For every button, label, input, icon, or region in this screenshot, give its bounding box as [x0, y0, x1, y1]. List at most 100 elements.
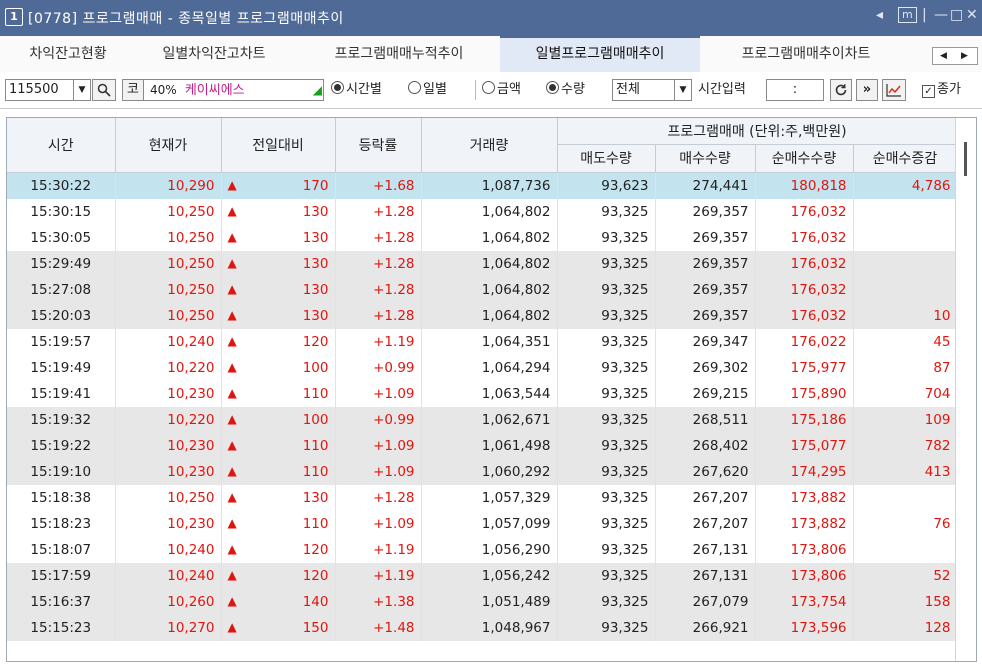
table-row[interactable]: 15:17:59 10,240 ▲ 120 +1.19 1,056,242 93,325 26…	[7, 562, 958, 589]
cell-time: 15:19:49	[7, 354, 116, 381]
change-value: 130	[302, 281, 329, 298]
header-sell-qty[interactable]: 매도수량	[557, 144, 656, 173]
cell-net-qty: 175,890	[755, 380, 854, 407]
cell-price: 10,250	[115, 250, 222, 277]
cell-rate: +1.09	[335, 432, 422, 459]
close-icon[interactable]: ✕	[966, 7, 978, 23]
toolbar: 115500 ▼ 코 40% 케이씨에스 ◢ 시간별 일별 금액 수량 전체 ▼…	[0, 72, 982, 109]
tab-daily-arbitrage-chart[interactable]: 일별차익잔고차트	[138, 36, 290, 72]
cell-rate: +1.28	[335, 484, 422, 511]
table-row[interactable]: 15:18:07 10,240 ▲ 120 +1.19 1,056,290 93,325 26…	[7, 536, 958, 563]
header-price[interactable]: 현재가	[115, 118, 222, 173]
up-arrow-icon: ▲	[227, 229, 237, 244]
tab-scroll-left-icon[interactable]: ◀	[933, 48, 954, 64]
cell-time: 15:20:03	[7, 302, 116, 329]
cell-net-change: 413	[853, 458, 958, 485]
cell-change: ▲ 170	[221, 172, 336, 199]
header-volume[interactable]: 거래량	[421, 118, 558, 173]
filter-value: 전체	[616, 82, 640, 97]
table-row[interactable]: 15:19:49 10,220 ▲ 100 +0.99 1,064,294 93,325 26…	[7, 354, 958, 381]
up-arrow-icon: ▲	[227, 411, 237, 426]
vertical-scrollbar[interactable]	[955, 118, 976, 661]
stock-code-input[interactable]: 115500 ▼	[5, 79, 91, 101]
minimize-icon[interactable]: —	[934, 7, 948, 23]
radio-amount[interactable]: 금액	[482, 80, 521, 100]
cell-volume: 1,064,802	[421, 302, 558, 329]
change-value: 100	[302, 411, 329, 428]
change-value: 120	[302, 333, 329, 350]
up-arrow-icon: ▲	[227, 437, 237, 452]
scrollbar-thumb[interactable]	[964, 142, 967, 176]
table-row[interactable]: 15:18:23 10,230 ▲ 110 +1.09 1,057,099 93,325 26…	[7, 510, 958, 537]
cell-change: ▲ 130	[221, 484, 336, 511]
cell-buy-qty: 266,921	[655, 614, 756, 641]
cell-net-qty: 175,186	[755, 406, 854, 433]
program-trade-grid[interactable]: 시간 현재가 전일대비 등락률 거래량 프로그램매매 (단위:주,백만원) 매도…	[6, 117, 977, 662]
cell-time: 15:18:38	[7, 484, 116, 511]
table-row[interactable]: 15:30:05 10,250 ▲ 130 +1.28 1,064,802 93,325 26…	[7, 224, 958, 251]
tab-daily-program-trend[interactable]: 일별프로그램매매추이	[500, 36, 700, 72]
cell-change: ▲ 120	[221, 562, 336, 589]
radio-daily[interactable]: 일별	[408, 80, 447, 100]
table-row[interactable]: 15:19:41 10,230 ▲ 110 +1.09 1,063,544 93,325 26…	[7, 380, 958, 407]
cell-rate: +1.09	[335, 510, 422, 537]
tab-arbitrage-balance[interactable]: 차익잔고현황	[8, 36, 128, 72]
close-price-checkbox[interactable]: ✓ 종가	[922, 80, 961, 100]
cell-volume: 1,064,351	[421, 328, 558, 355]
refresh-icon[interactable]	[830, 79, 852, 101]
next-icon[interactable]: »	[856, 79, 878, 101]
table-row[interactable]: 15:19:57 10,240 ▲ 120 +1.19 1,064,351 93,325 26…	[7, 328, 958, 355]
memo-icon[interactable]: m	[898, 7, 917, 23]
search-icon[interactable]	[92, 79, 116, 101]
table-row[interactable]: 15:20:03 10,250 ▲ 130 +1.28 1,064,802 93,325 26…	[7, 302, 958, 329]
table-row[interactable]: 15:19:32 10,220 ▲ 100 +0.99 1,062,671 93,325 26…	[7, 406, 958, 433]
table-row[interactable]: 15:29:49 10,250 ▲ 130 +1.28 1,064,802 93,325 26…	[7, 250, 958, 277]
code-dropdown-icon[interactable]: ▼	[73, 80, 90, 100]
tab-program-cumulative[interactable]: 프로그램매매누적추이	[302, 36, 496, 72]
cell-net-change: 704	[853, 380, 958, 407]
maximize-icon[interactable]: □	[950, 7, 963, 23]
filter-dropdown-icon[interactable]: ▼	[674, 80, 691, 100]
table-row[interactable]: 15:30:15 10,250 ▲ 130 +1.28 1,064,802 93,325 26…	[7, 198, 958, 225]
header-buy-qty[interactable]: 매수수량	[655, 144, 756, 173]
tab-program-trend-chart[interactable]: 프로그램매매추이차트	[708, 36, 904, 72]
tab-scroll-buttons[interactable]: ◀ ▶	[932, 47, 978, 65]
filter-select[interactable]: 전체 ▼	[612, 79, 692, 101]
tab-scroll-right-icon[interactable]: ▶	[954, 48, 975, 64]
chart-icon[interactable]	[882, 79, 906, 101]
cell-time: 15:18:07	[7, 536, 116, 563]
cell-sell-qty: 93,325	[557, 406, 656, 433]
cell-sell-qty: 93,325	[557, 276, 656, 303]
cell-buy-qty: 269,357	[655, 224, 756, 251]
title-divider: |	[922, 7, 927, 23]
header-rate[interactable]: 등락률	[335, 118, 422, 173]
cell-buy-qty: 267,207	[655, 484, 756, 511]
header-net-change[interactable]: 순매수증감	[853, 144, 958, 173]
cell-buy-qty: 269,347	[655, 328, 756, 355]
radio-by-time[interactable]: 시간별	[331, 80, 382, 100]
cell-price: 10,290	[115, 172, 222, 199]
header-change[interactable]: 전일대비	[221, 118, 336, 173]
table-row[interactable]: 15:19:10 10,230 ▲ 110 +1.09 1,060,292 93,325 26…	[7, 458, 958, 485]
time-input[interactable]: :	[766, 79, 824, 101]
table-row[interactable]: 15:27:08 10,250 ▲ 130 +1.28 1,064,802 93,325 26…	[7, 276, 958, 303]
market-badge: 코	[122, 79, 144, 101]
header-time[interactable]: 시간	[7, 118, 116, 173]
cell-change: ▲ 130	[221, 198, 336, 225]
table-row[interactable]: 15:19:22 10,230 ▲ 110 +1.09 1,061,498 93,325 26…	[7, 432, 958, 459]
collapse-icon[interactable]: ◂	[876, 7, 883, 23]
header-net-qty[interactable]: 순매수수량	[755, 144, 854, 173]
up-arrow-icon: ▲	[227, 281, 237, 296]
table-row[interactable]: 15:15:23 10,270 ▲ 150 +1.48 1,048,967 93,325 26…	[7, 614, 958, 641]
cell-buy-qty: 267,131	[655, 536, 756, 563]
cell-time: 15:16:37	[7, 588, 116, 615]
radio-quantity[interactable]: 수량	[546, 80, 585, 100]
cell-buy-qty: 269,357	[655, 276, 756, 303]
cell-sell-qty: 93,325	[557, 328, 656, 355]
up-arrow-icon: ▲	[227, 177, 237, 192]
up-arrow-icon: ▲	[227, 489, 237, 504]
table-row[interactable]: 15:18:38 10,250 ▲ 130 +1.28 1,057,329 93,325 26…	[7, 484, 958, 511]
radio-off-icon	[408, 81, 421, 94]
table-row[interactable]: 15:16:37 10,260 ▲ 140 +1.38 1,051,489 93,325 26…	[7, 588, 958, 615]
table-row[interactable]: 15:30:22 10,290 ▲ 170 +1.68 1,087,736 93,623 27…	[7, 172, 958, 199]
